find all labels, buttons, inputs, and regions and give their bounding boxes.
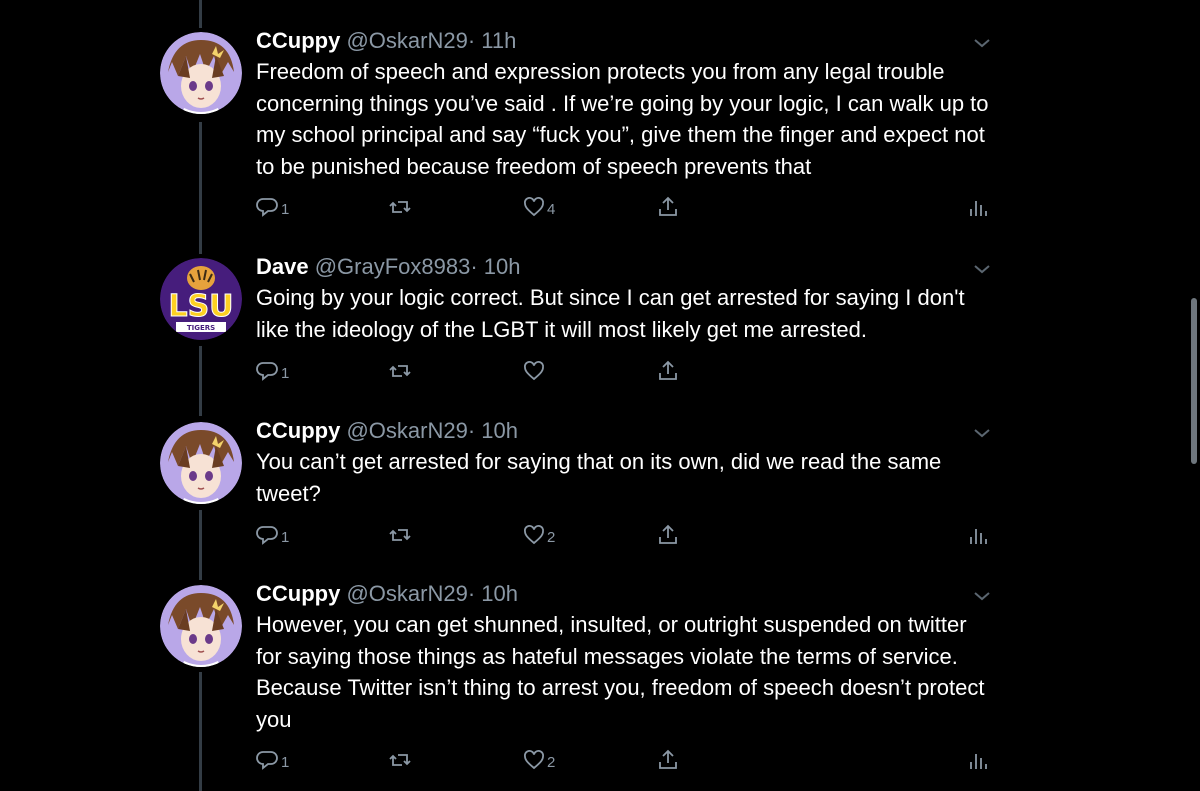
tweet-text: Going by your logic correct. But since I… <box>256 285 965 342</box>
retweet-button[interactable] <box>388 195 412 219</box>
tweet-header: CCuppy @OskarN29· 11h <box>256 26 516 56</box>
avatar[interactable] <box>160 585 242 667</box>
reply-icon <box>256 362 278 381</box>
tweet-header: Dave @GrayFox8983· 10h <box>256 252 521 282</box>
like-count: 2 <box>547 528 556 546</box>
tweet-header: CCuppy @OskarN29· 10h <box>256 416 518 446</box>
reply-count: 1 <box>281 200 290 218</box>
tweet[interactable]: CCuppy @OskarN29· 10h However, you can g… <box>160 581 1000 785</box>
anime-avatar-image <box>160 422 242 504</box>
timestamp[interactable]: · 10h <box>468 581 518 606</box>
timestamp[interactable]: · 10h <box>470 254 520 279</box>
handle[interactable]: @GrayFox8983 <box>315 254 471 279</box>
action-bar: 1 4 <box>256 195 996 225</box>
like-icon <box>524 750 544 770</box>
analytics-button[interactable] <box>966 748 990 772</box>
analytics-icon <box>970 754 987 769</box>
chevron-down-icon[interactable] <box>972 36 992 50</box>
like-button[interactable]: 4 <box>522 195 555 219</box>
tweet[interactable]: CCuppy @OskarN29· 10h You can’t get arre… <box>160 418 1000 553</box>
share-icon <box>659 524 677 544</box>
like-icon <box>524 361 544 381</box>
display-name[interactable]: CCuppy <box>256 28 340 53</box>
handle[interactable]: @OskarN29 <box>346 28 467 53</box>
display-name[interactable]: CCuppy <box>256 418 340 443</box>
lsu-logo-text: LSU <box>168 289 233 324</box>
share-button[interactable] <box>656 523 680 547</box>
retweet-icon <box>389 365 411 377</box>
lsu-tigers-logo: LSU TIGERS <box>160 258 242 340</box>
like-count: 2 <box>547 753 556 771</box>
like-button[interactable] <box>522 359 547 383</box>
handle[interactable]: @OskarN29 <box>346 581 467 606</box>
avatar[interactable]: LSU TIGERS <box>160 258 242 340</box>
analytics-icon <box>970 529 987 544</box>
retweet-button[interactable] <box>388 523 412 547</box>
chevron-down-icon[interactable] <box>972 589 992 603</box>
retweet-button[interactable] <box>388 748 412 772</box>
action-bar: 1 2 <box>256 748 996 778</box>
chevron-down-icon[interactable] <box>972 262 992 276</box>
avatar[interactable] <box>160 32 242 114</box>
reply-button[interactable]: 1 <box>256 195 289 219</box>
analytics-button[interactable] <box>966 523 990 547</box>
reply-icon <box>256 198 278 217</box>
reply-button[interactable]: 1 <box>256 523 289 547</box>
share-icon <box>659 196 677 216</box>
lsu-logo-subtext: TIGERS <box>187 324 215 332</box>
tweet[interactable]: LSU TIGERS Dave @GrayFox8983· 10h Going … <box>160 254 1000 389</box>
share-icon <box>659 749 677 769</box>
retweet-icon <box>389 529 411 541</box>
analytics-icon <box>970 201 987 216</box>
retweet-icon <box>389 754 411 766</box>
timestamp[interactable]: · 11h <box>468 28 517 53</box>
reply-icon <box>256 526 278 545</box>
reply-count: 1 <box>281 753 290 771</box>
retweet-icon <box>389 201 411 213</box>
reply-count: 1 <box>281 528 290 546</box>
avatar[interactable] <box>160 422 242 504</box>
action-bar: 1 2 <box>256 523 996 553</box>
share-button[interactable] <box>656 359 680 383</box>
analytics-button[interactable] <box>966 195 990 219</box>
thread-line-top <box>199 0 202 28</box>
chevron-down-icon[interactable] <box>972 426 992 440</box>
tweet-text: However, you can get shunned, insulted, … <box>256 612 985 732</box>
anime-avatar-image <box>160 32 242 114</box>
reply-button[interactable]: 1 <box>256 359 289 383</box>
retweet-button[interactable] <box>388 359 412 383</box>
handle[interactable]: @OskarN29 <box>346 418 467 443</box>
timestamp[interactable]: · 10h <box>468 418 518 443</box>
display-name[interactable]: Dave <box>256 254 309 279</box>
reply-count: 1 <box>281 364 290 382</box>
action-bar: 1 <box>256 359 996 389</box>
reply-icon <box>256 751 278 770</box>
share-icon <box>659 360 677 380</box>
tweet-header: CCuppy @OskarN29· 10h <box>256 579 518 609</box>
scrollbar[interactable] <box>1191 298 1197 464</box>
share-button[interactable] <box>656 195 680 219</box>
tweet-text: Freedom of speech and expression protect… <box>256 59 989 179</box>
anime-avatar-image <box>160 585 242 667</box>
like-count: 4 <box>547 200 556 218</box>
tweet[interactable]: CCuppy @OskarN29· 11h Freedom of speech … <box>160 28 1000 232</box>
share-button[interactable] <box>656 748 680 772</box>
reply-button[interactable]: 1 <box>256 748 289 772</box>
like-button[interactable]: 2 <box>522 523 555 547</box>
like-button[interactable]: 2 <box>522 748 555 772</box>
display-name[interactable]: CCuppy <box>256 581 340 606</box>
like-icon <box>524 525 544 545</box>
like-icon <box>524 197 544 217</box>
tweet-text: You can’t get arrested for saying that o… <box>256 449 942 506</box>
